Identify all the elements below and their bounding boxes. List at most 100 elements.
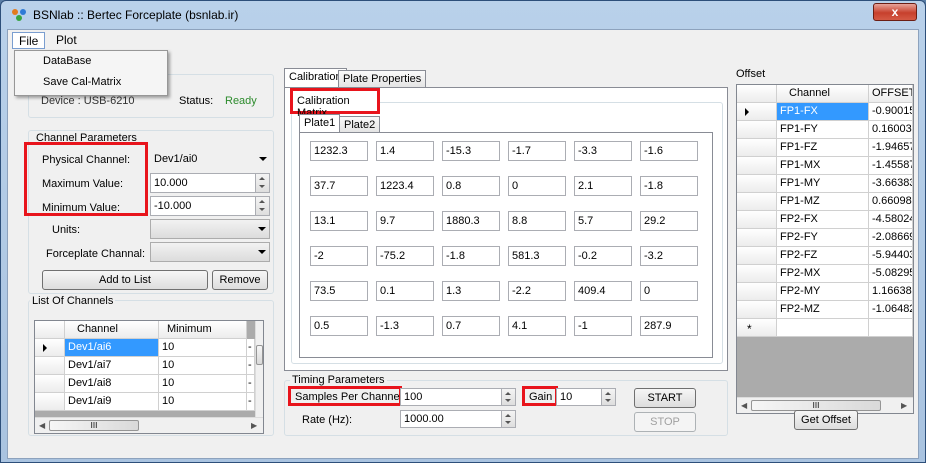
scroll-right-icon[interactable]: ▶: [901, 401, 907, 410]
offset-channel-cell[interactable]: FP1-FX: [777, 103, 869, 121]
offset-value-cell[interactable]: 1.166385: [869, 283, 913, 301]
new-row-marker[interactable]: *: [737, 319, 777, 337]
offset-value-cell[interactable]: -0.900151: [869, 103, 913, 121]
maximum-value-input[interactable]: 10.000: [150, 173, 270, 193]
table-cell[interactable]: Dev1/ai7: [65, 357, 159, 375]
table-cell[interactable]: 10: [159, 339, 247, 357]
title-bar[interactable]: BSNlab :: Bertec Forceplate (bsnlab.ir) …: [1, 1, 925, 29]
menu-item-save-cal-matrix[interactable]: Save Cal-Matrix: [43, 76, 121, 88]
samples-per-channel-input[interactable]: 100: [400, 388, 516, 406]
gain-input[interactable]: 10: [556, 388, 616, 406]
offset-new-row-cell[interactable]: [869, 319, 913, 337]
matrix-cell[interactable]: 73.5: [310, 281, 368, 301]
row-header[interactable]: [737, 301, 777, 319]
scroll-right-icon[interactable]: ▶: [251, 421, 257, 430]
matrix-cell[interactable]: 0: [640, 281, 698, 301]
matrix-cell[interactable]: -1.3: [376, 316, 434, 336]
physical-channel-select[interactable]: Dev1/ai0: [150, 148, 270, 170]
matrix-cell[interactable]: 287.9: [640, 316, 698, 336]
matrix-cell[interactable]: -1.8: [442, 246, 500, 266]
matrix-cell[interactable]: 0: [508, 176, 566, 196]
table-cell[interactable]: Dev1/ai9: [65, 393, 159, 411]
scroll-left-icon[interactable]: ◀: [741, 401, 747, 410]
stop-button[interactable]: STOP: [634, 412, 696, 432]
matrix-cell[interactable]: -1.8: [640, 176, 698, 196]
column-header-offset[interactable]: OFFSET: [869, 85, 913, 103]
offset-channel-cell[interactable]: FP2-FX: [777, 211, 869, 229]
rate-spinner[interactable]: [501, 411, 515, 427]
matrix-cell[interactable]: 2.1: [574, 176, 632, 196]
get-offset-button[interactable]: Get Offset: [794, 410, 858, 430]
matrix-cell[interactable]: 8.8: [508, 211, 566, 231]
menu-plot[interactable]: Plot: [50, 32, 83, 49]
tab-plate1[interactable]: Plate1: [299, 114, 341, 132]
matrix-cell[interactable]: -3.2: [640, 246, 698, 266]
matrix-cell[interactable]: -2: [310, 246, 368, 266]
matrix-cell[interactable]: -2.2: [508, 281, 566, 301]
matrix-cell[interactable]: 37.7: [310, 176, 368, 196]
offset-channel-cell[interactable]: FP2-FZ: [777, 247, 869, 265]
column-header-channel[interactable]: Channel: [777, 85, 869, 103]
matrix-cell[interactable]: 1880.3: [442, 211, 500, 231]
row-header-selected[interactable]: [35, 339, 65, 357]
tab-plate-properties[interactable]: Plate Properties: [338, 70, 427, 87]
table-cell[interactable]: -: [247, 339, 255, 357]
row-header[interactable]: [737, 175, 777, 193]
start-button[interactable]: START: [634, 388, 696, 408]
row-header[interactable]: [737, 211, 777, 229]
row-header[interactable]: [737, 229, 777, 247]
offset-value-cell[interactable]: -5.082959: [869, 265, 913, 283]
offset-value-cell[interactable]: -1.455875: [869, 157, 913, 175]
matrix-cell[interactable]: 1.3: [442, 281, 500, 301]
offset-value-cell[interactable]: -3.663839: [869, 175, 913, 193]
matrix-cell[interactable]: 409.4: [574, 281, 632, 301]
offset-channel-cell[interactable]: FP2-FY: [777, 229, 869, 247]
scroll-thumb[interactable]: [256, 345, 263, 365]
offset-value-cell[interactable]: -2.086691: [869, 229, 913, 247]
row-header[interactable]: [737, 121, 777, 139]
channel-list-horizontal-scrollbar[interactable]: ◀ III ▶: [35, 417, 263, 433]
gain-spinner[interactable]: [601, 389, 615, 405]
matrix-cell[interactable]: 0.7: [442, 316, 500, 336]
offset-value-cell[interactable]: -1.064827: [869, 301, 913, 319]
matrix-cell[interactable]: 29.2: [640, 211, 698, 231]
table-cell[interactable]: 10: [159, 375, 247, 393]
matrix-cell[interactable]: -75.2: [376, 246, 434, 266]
matrix-cell[interactable]: -15.3: [442, 141, 500, 161]
channel-list-grid[interactable]: Channel Minimum Dev1/ai6 10 - Dev1/ai7 1…: [34, 320, 264, 434]
table-cell[interactable]: -: [247, 357, 255, 375]
offset-value-cell[interactable]: -5.944033: [869, 247, 913, 265]
row-header[interactable]: [737, 139, 777, 157]
row-header[interactable]: [737, 265, 777, 283]
row-header[interactable]: [35, 375, 65, 393]
offset-grid[interactable]: Channel OFFSET FP1-FX-0.900151FP1-FY0.16…: [736, 84, 914, 414]
matrix-cell[interactable]: 1.4: [376, 141, 434, 161]
table-cell[interactable]: -: [247, 393, 255, 411]
scroll-left-icon[interactable]: ◀: [39, 421, 45, 430]
matrix-cell[interactable]: 1232.3: [310, 141, 368, 161]
units-select[interactable]: [150, 219, 270, 239]
offset-channel-cell[interactable]: FP2-MX: [777, 265, 869, 283]
menu-file[interactable]: File: [12, 32, 46, 49]
menu-item-database[interactable]: DataBase: [43, 55, 91, 67]
offset-channel-cell[interactable]: FP1-FZ: [777, 139, 869, 157]
minimum-value-spinner[interactable]: [255, 197, 269, 215]
column-header-channel[interactable]: Channel: [65, 321, 159, 339]
minimum-value-input[interactable]: -10.000: [150, 196, 270, 216]
matrix-cell[interactable]: -1.6: [640, 141, 698, 161]
matrix-cell[interactable]: 9.7: [376, 211, 434, 231]
forceplate-channel-select[interactable]: [150, 242, 270, 262]
tab-plate2[interactable]: Plate2: [339, 116, 381, 132]
rate-input[interactable]: 1000.00: [400, 410, 516, 428]
offset-channel-cell[interactable]: FP1-MX: [777, 157, 869, 175]
table-cell[interactable]: 10: [159, 393, 247, 411]
row-header[interactable]: [737, 247, 777, 265]
row-header[interactable]: [35, 357, 65, 375]
matrix-cell[interactable]: -0.2: [574, 246, 632, 266]
row-header-selected[interactable]: [737, 103, 777, 121]
table-cell[interactable]: 10: [159, 357, 247, 375]
scroll-thumb[interactable]: III: [49, 420, 139, 431]
channel-list-vertical-scrollbar[interactable]: [255, 321, 263, 417]
offset-new-row-cell[interactable]: [777, 319, 869, 337]
offset-value-cell[interactable]: 0.160032: [869, 121, 913, 139]
